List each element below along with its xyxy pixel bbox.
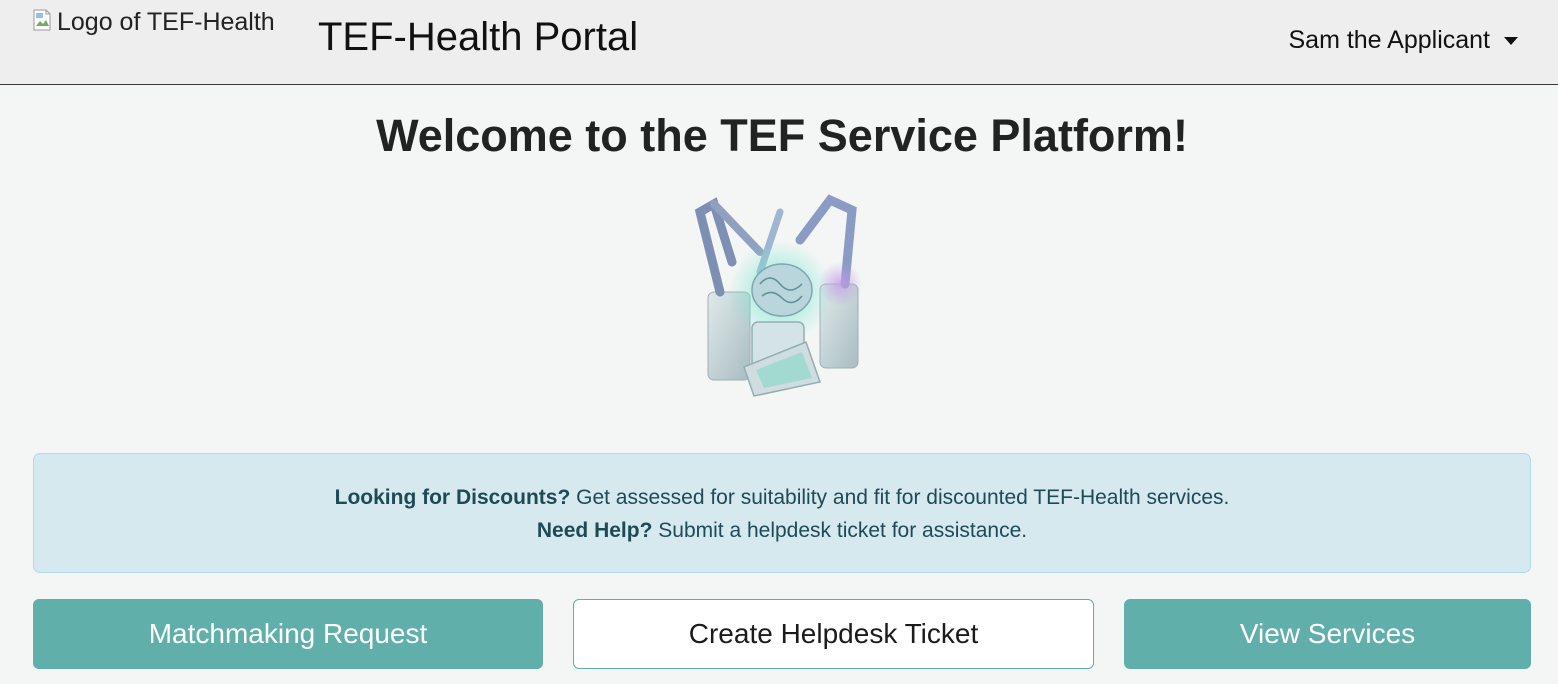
discount-text: Get assessed for suitability and fit for… — [570, 486, 1230, 509]
logo-alt-text: Logo of TEF-Health — [57, 8, 275, 36]
top-navbar: Logo of TEF-Health TEF-Health Portal Sam… — [0, 0, 1558, 85]
user-menu-dropdown[interactable]: Sam the Applicant — [1288, 26, 1518, 55]
info-alert: Looking for Discounts? Get assessed for … — [33, 453, 1531, 573]
help-info-line: Need Help? Submit a helpdesk ticket for … — [34, 514, 1530, 547]
logo-link[interactable]: Logo of TEF-Health — [33, 8, 275, 36]
hero-illustration — [680, 192, 880, 402]
page-title: Welcome to the TEF Service Platform! — [376, 110, 1188, 161]
help-text: Submit a helpdesk ticket for assistance. — [652, 519, 1028, 542]
portal-title[interactable]: TEF-Health Portal — [318, 17, 638, 57]
matchmaking-request-button[interactable]: Matchmaking Request — [33, 599, 543, 669]
discount-heading: Looking for Discounts? — [334, 486, 571, 509]
user-name: Sam the Applicant — [1288, 26, 1490, 54]
help-heading: Need Help? — [536, 519, 653, 542]
discount-info-line: Looking for Discounts? Get assessed for … — [34, 481, 1530, 514]
chevron-down-icon — [1504, 36, 1518, 45]
broken-image-icon — [33, 9, 53, 31]
create-helpdesk-ticket-button[interactable]: Create Helpdesk Ticket — [573, 599, 1094, 669]
view-services-button[interactable]: View Services — [1124, 599, 1531, 669]
